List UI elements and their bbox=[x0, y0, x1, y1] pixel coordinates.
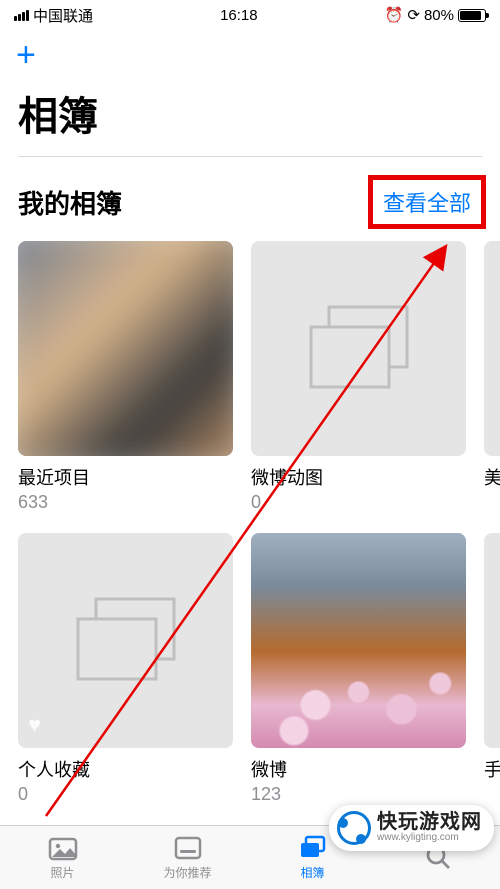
album-count: 0 bbox=[18, 784, 233, 805]
album-name: 最近项目 bbox=[18, 464, 233, 490]
tab-label: 为你推荐 bbox=[163, 864, 211, 881]
page-title: 相簿 bbox=[0, 80, 500, 156]
album-favorites[interactable]: ♥ 个人收藏 0 bbox=[18, 533, 233, 805]
empty-stack-icon bbox=[18, 533, 233, 748]
album-thumb bbox=[484, 533, 500, 748]
album-name: 手 bbox=[484, 756, 500, 782]
annotation-highlight: 查看全部 bbox=[368, 175, 486, 229]
album-thumb bbox=[251, 241, 466, 456]
album-thumb bbox=[18, 241, 233, 456]
watermark-url: www.kyligting.com bbox=[377, 833, 482, 844]
status-right: ⏰ ⟳ 80% bbox=[385, 6, 486, 24]
navbar: + bbox=[0, 30, 500, 80]
album-name: 微博动图 bbox=[251, 464, 466, 490]
album-count: 0 bbox=[251, 492, 466, 513]
album-count: 633 bbox=[18, 492, 233, 513]
status-left: 中国联通 bbox=[14, 5, 93, 26]
signal-icon bbox=[14, 10, 29, 21]
tab-photos[interactable]: 照片 bbox=[0, 826, 125, 889]
battery-pct: 80% bbox=[424, 7, 454, 24]
status-bar: 中国联通 16:18 ⏰ ⟳ 80% bbox=[0, 0, 500, 30]
section-header: 我的相簿 查看全部 bbox=[0, 157, 500, 241]
tab-label: 照片 bbox=[50, 864, 74, 881]
watermark: 快玩游戏网 www.kyligting.com bbox=[329, 805, 494, 851]
album-name: 美 bbox=[484, 464, 500, 490]
album-partial-2[interactable]: 手 bbox=[484, 533, 500, 805]
status-time: 16:18 bbox=[220, 7, 258, 24]
orientation-lock-icon: ⟳ bbox=[407, 6, 420, 24]
add-button[interactable]: + bbox=[16, 38, 36, 72]
tab-for-you[interactable]: 为你推荐 bbox=[125, 826, 250, 889]
section-title: 我的相簿 bbox=[18, 184, 122, 221]
for-you-icon bbox=[173, 835, 203, 861]
album-partial-1[interactable]: 美 bbox=[484, 241, 500, 513]
album-thumb bbox=[251, 533, 466, 748]
heart-icon: ♥ bbox=[28, 712, 41, 738]
album-name: 微博 bbox=[251, 756, 466, 782]
alarm-icon: ⏰ bbox=[385, 6, 404, 24]
see-all-button[interactable]: 查看全部 bbox=[373, 180, 481, 224]
carrier-label: 中国联通 bbox=[33, 5, 93, 26]
album-thumb bbox=[484, 241, 500, 456]
battery-icon bbox=[458, 9, 486, 22]
empty-stack-icon bbox=[251, 241, 466, 456]
photos-icon bbox=[48, 835, 78, 861]
watermark-icon bbox=[337, 811, 371, 845]
album-weibo[interactable]: 微博 123 bbox=[251, 533, 466, 805]
album-name: 个人收藏 bbox=[18, 756, 233, 782]
album-weibo-gif[interactable]: 微博动图 0 bbox=[251, 241, 466, 513]
album-thumb: ♥ bbox=[18, 533, 233, 748]
album-count: 123 bbox=[251, 784, 466, 805]
albums-row-1: 最近项目 633 微博动图 0 美 bbox=[0, 241, 500, 513]
tab-label: 相簿 bbox=[300, 864, 324, 881]
albums-row-2: ♥ 个人收藏 0 微博 123 手 bbox=[0, 533, 500, 805]
album-recents[interactable]: 最近项目 633 bbox=[18, 241, 233, 513]
watermark-title: 快玩游戏网 bbox=[377, 812, 482, 834]
albums-icon bbox=[298, 835, 328, 861]
